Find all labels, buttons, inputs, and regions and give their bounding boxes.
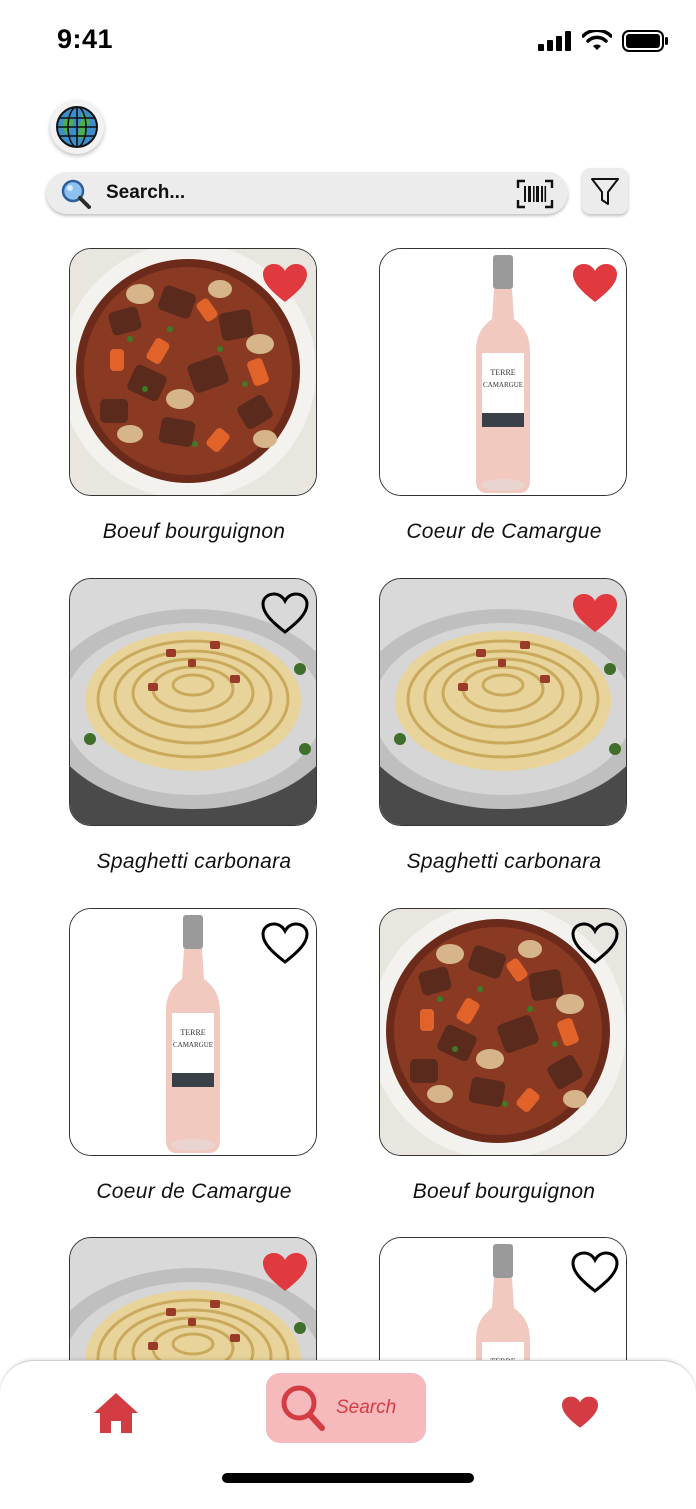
heart-icon [562,1396,598,1428]
search-bar [46,172,568,214]
status-bar: 9:41 [0,0,696,84]
globe-icon [56,106,98,148]
heart-icon-filled[interactable] [261,1251,309,1295]
heart-icon-outline[interactable] [261,922,309,966]
language-button[interactable] [50,100,104,154]
barcode-scan-icon[interactable] [516,179,554,209]
filter-button[interactable] [582,168,628,214]
home-icon [94,1393,138,1433]
product-name: Coeur de Camargue [406,520,602,543]
home-indicator [222,1473,474,1483]
filter-icon [591,178,619,205]
heart-icon-filled[interactable] [571,592,619,636]
search-icon [281,1385,325,1431]
nav-search-label: Search [336,1397,397,1418]
product-name: Boeuf bourguignon [102,520,286,543]
status-time: 9:41 [57,24,114,54]
heart-icon-filled[interactable] [571,262,619,306]
heart-icon-outline[interactable] [571,1251,619,1295]
cellular-signal-icon [538,31,571,51]
nav-favorites-button[interactable] [560,1395,600,1436]
product-name: Boeuf bourguignon [412,1180,596,1203]
product-name: Coeur de Camargue [96,1180,292,1203]
product-grid: Boeuf bourguignon Coeur de Camargue Spag… [0,248,696,1360]
heart-icon-outline[interactable] [261,592,309,636]
product-name: Spaghetti carbonara [406,850,602,873]
nav-search-button[interactable]: Search [266,1373,426,1443]
search-input[interactable] [106,178,486,208]
battery-icon [622,30,668,52]
heart-icon-filled[interactable] [261,262,309,306]
search-icon [61,179,91,209]
wifi-icon [582,30,612,50]
product-name: Spaghetti carbonara [96,850,292,873]
bottom-nav: Search [0,1360,696,1509]
nav-home-button[interactable] [92,1391,140,1440]
heart-icon-outline[interactable] [571,922,619,966]
